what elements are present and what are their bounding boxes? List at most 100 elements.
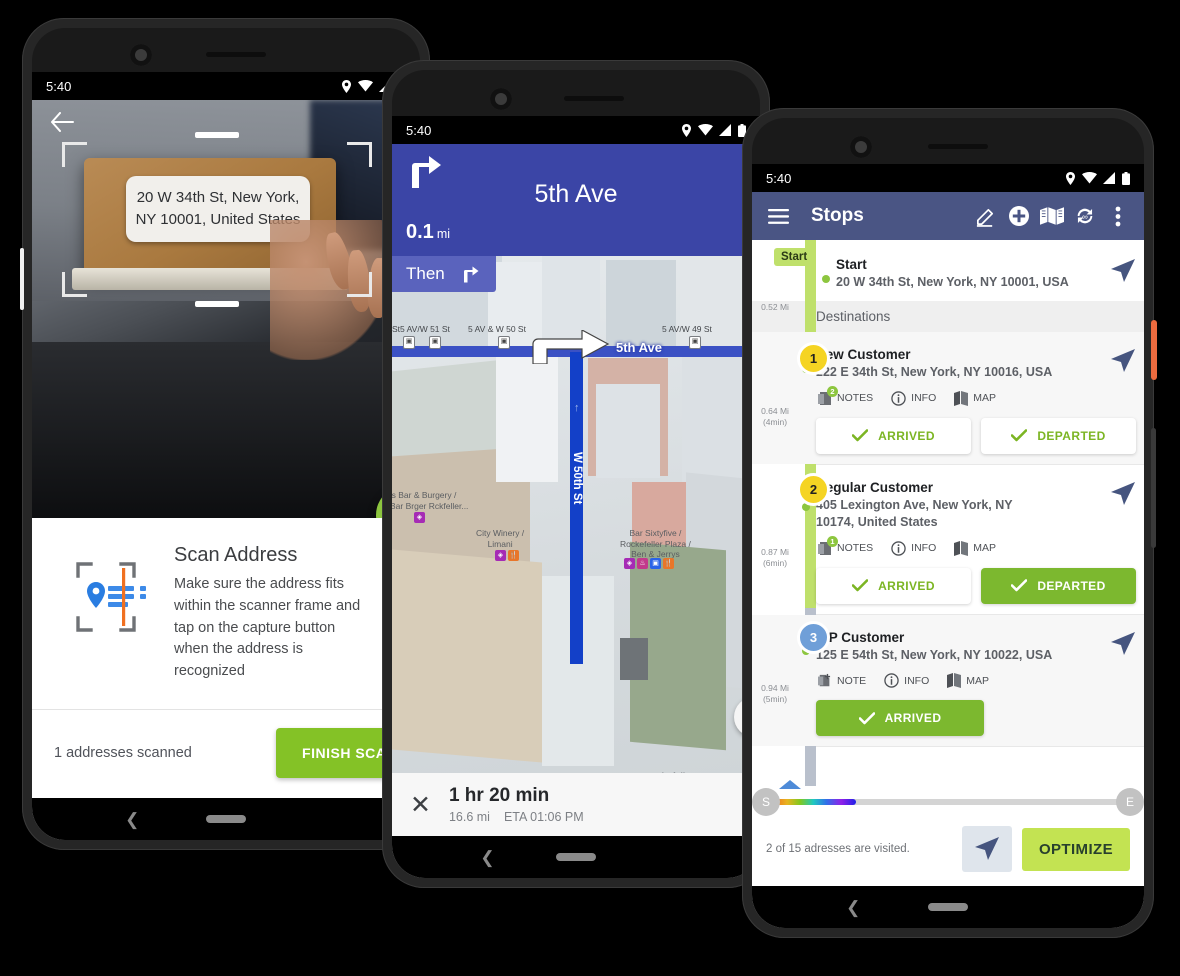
back-button[interactable] <box>50 112 74 137</box>
home-pill[interactable] <box>556 853 596 861</box>
eta-bar: ✕ 1 hr 20 min 16.6 mi ETA 01:06 PM <box>392 773 760 836</box>
stop-row[interactable]: 0.87 Mi (6min) 2 Regular Customer 405 Le… <box>752 465 1144 614</box>
bus-stop-icon: ▣ <box>689 336 701 349</box>
bus-stop-icon: ▣ <box>498 336 510 349</box>
home-pill[interactable] <box>928 903 968 911</box>
android-nav-bar: ❮ <box>752 886 1144 928</box>
maneuver-distance: 0.1 mi <box>406 221 451 243</box>
add-circle-icon[interactable] <box>1002 205 1035 227</box>
overflow-menu-icon[interactable] <box>1101 206 1134 227</box>
close-navigation-button[interactable]: ✕ <box>410 792 431 817</box>
notes-action[interactable]: 2 NOTES <box>818 385 873 406</box>
check-icon <box>852 429 869 442</box>
home-pill[interactable] <box>206 815 246 823</box>
poi-icon: ◈ <box>414 512 425 523</box>
svg-text:∞: ∞ <box>1082 213 1088 222</box>
phone-navigation: 5:40 5th Ave 0.1 mi Then 5th Ave W 50th … <box>382 60 770 888</box>
wifi-icon <box>698 124 713 136</box>
navigate-arrow-icon[interactable] <box>1110 481 1136 512</box>
stop-row[interactable]: 0.94 Mi (5min) 3 VIP Customer 125 E 54th… <box>752 614 1144 747</box>
slider-end-cap: E <box>1116 788 1144 816</box>
info-action[interactable]: INFO <box>891 391 936 406</box>
poi-label: City Winery / Limani <box>476 528 525 549</box>
map-fold-icon <box>947 673 962 689</box>
navigate-arrow-icon[interactable] <box>1110 258 1136 289</box>
status-time: 5:40 <box>46 78 72 94</box>
hamburger-menu-icon[interactable] <box>762 208 795 224</box>
departed-button[interactable]: DEPARTED <box>981 417 1136 454</box>
map-action[interactable]: MAP <box>954 390 996 406</box>
info-action[interactable]: INFO <box>884 673 929 689</box>
navigate-arrow-icon[interactable] <box>1110 348 1136 379</box>
back-chevron-icon[interactable]: ❮ <box>125 811 139 828</box>
stop-number-badge: 3 <box>797 620 830 654</box>
back-chevron-icon[interactable]: ❮ <box>846 899 860 916</box>
location-icon <box>1066 171 1075 185</box>
slider-thumb[interactable] <box>779 780 801 789</box>
battery-icon <box>1122 171 1130 185</box>
check-icon <box>1011 579 1028 592</box>
navigate-arrow-icon <box>974 837 999 860</box>
poi-label: RockefellerCenter <box>644 772 694 773</box>
add-note-action[interactable]: NOTE <box>818 673 866 688</box>
avenue-label: 5th Ave <box>616 340 662 355</box>
notes-badge: 2 <box>827 385 838 397</box>
optimize-button[interactable]: OPTIMIZE <box>1021 827 1130 871</box>
transit-stop-label: St <box>392 324 401 334</box>
phone3-screen: 5:40 Stops ∞ 0.52 Mi Start Start 20 W 34… <box>752 164 1144 928</box>
navigation-map[interactable]: 5th Ave W 50th St ↑ 5 AV/W 51 St 5 AV & … <box>392 256 760 773</box>
bus-stop-icon: ▣ <box>403 336 415 349</box>
transit-stop-label: 5 AV & W 50 St <box>468 324 526 334</box>
scan-help-sheet: Scan Address Make sure the address fits … <box>32 518 420 796</box>
start-address: 20 W 34th St, New York, NY 10001, USA <box>836 275 1069 289</box>
turn-right-icon <box>412 156 441 188</box>
stop-title: Regular Customer <box>816 479 934 495</box>
then-banner: Then <box>392 256 496 292</box>
camera-viewfinder[interactable]: 20 W 34th St, New York, NY 10001, United… <box>32 100 420 518</box>
route-direction-icon: ↑ <box>574 402 580 414</box>
signal-icon <box>1103 172 1115 184</box>
sync-icon[interactable]: ∞ <box>1068 205 1101 227</box>
next-road-name: 5th Ave <box>534 180 618 208</box>
then-label: Then <box>406 264 445 283</box>
info-action[interactable]: INFO <box>891 540 937 556</box>
map-action[interactable]: MAP <box>947 673 989 689</box>
navigate-button[interactable] <box>961 826 1012 872</box>
stop-number-badge: 1 <box>797 341 830 375</box>
poi-icon: ▣ <box>650 558 661 569</box>
bottom-bar: 2 of 15 adresses are visited. OPTIMIZE <box>752 816 1144 886</box>
stop-row-start[interactable]: 0.52 Mi Start Start 20 W 34th St, New Yo… <box>752 240 1144 312</box>
route-progress-slider[interactable]: S E <box>752 780 1144 816</box>
volume-button[interactable] <box>1151 428 1156 548</box>
location-icon <box>682 123 691 137</box>
poi-icon: ◈ <box>495 550 506 561</box>
stop-title: VIP Customer <box>816 629 905 645</box>
leg-distance-start: 0.52 Mi <box>761 302 789 312</box>
slider-start-cap: S <box>752 788 780 816</box>
stop-row[interactable]: 0.64 Mi (4min) 1 New Customer 222 E 34th… <box>752 331 1144 464</box>
stops-list[interactable]: 0.52 Mi Start Start 20 W 34th St, New Yo… <box>752 240 1144 786</box>
arrived-button[interactable]: ARRIVED <box>816 417 971 454</box>
wifi-icon <box>358 80 373 92</box>
transit-stop-label: 5 AV/W 49 St <box>662 324 712 334</box>
info-label: INFO <box>911 542 937 554</box>
edit-icon[interactable] <box>969 206 1002 227</box>
poi-icon: 🍴 <box>508 550 519 561</box>
navigate-arrow-icon[interactable] <box>1110 631 1136 662</box>
map-action[interactable]: MAP <box>954 540 996 556</box>
eta-distance: 16.6 mi <box>448 810 490 824</box>
start-title: Start <box>836 257 867 272</box>
stop-address: 222 E 34th St, New York, NY 10016, USA <box>816 364 1053 379</box>
back-chevron-icon[interactable]: ❮ <box>480 849 494 866</box>
departed-button[interactable]: DEPARTED <box>981 567 1136 604</box>
app-bar: Stops ∞ <box>752 192 1144 240</box>
power-button[interactable] <box>1151 320 1157 380</box>
arrived-button[interactable]: ARRIVED <box>816 567 971 604</box>
map-maneuver-arrow-icon <box>532 330 610 364</box>
poi-icon: 🍴 <box>663 558 674 569</box>
check-icon <box>858 712 875 725</box>
notes-action[interactable]: 1 NOTES <box>818 535 873 556</box>
transit-stop-label: 5 AV/W 51 St <box>400 324 450 334</box>
map-icon[interactable] <box>1035 207 1068 225</box>
arrived-button[interactable]: ARRIVED <box>816 700 984 737</box>
